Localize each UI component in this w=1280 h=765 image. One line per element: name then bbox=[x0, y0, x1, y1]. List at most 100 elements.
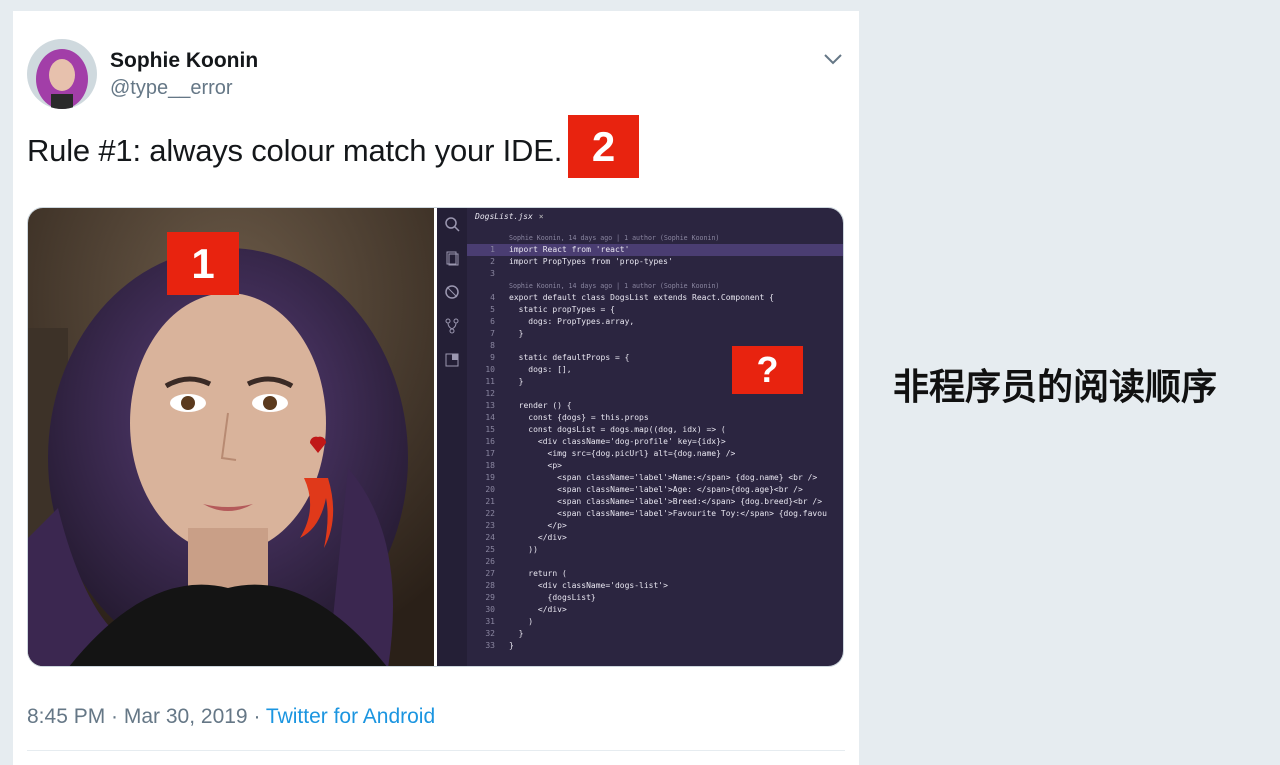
order-badge-2: 2 bbox=[568, 115, 639, 178]
line-number: 15 bbox=[485, 425, 495, 434]
code-line: 24 </div> bbox=[467, 532, 843, 544]
code-line: 32 } bbox=[467, 628, 843, 640]
debug-icon bbox=[444, 284, 460, 300]
line-number: 11 bbox=[485, 377, 495, 386]
author-handle[interactable]: @type__error bbox=[110, 77, 233, 100]
close-icon[interactable]: × bbox=[539, 212, 544, 221]
code-text: </div> bbox=[509, 533, 567, 542]
code-line: 14 const {dogs} = this.props bbox=[467, 412, 843, 424]
code-line: 13 render () { bbox=[467, 400, 843, 412]
selfie-photo[interactable]: 1 bbox=[28, 208, 434, 666]
files-icon bbox=[444, 250, 460, 266]
code-text: <p> bbox=[509, 461, 562, 470]
line-number: 27 bbox=[485, 569, 495, 578]
code-line: 18 <p> bbox=[467, 460, 843, 472]
ide-screenshot[interactable]: DogsList.jsx × Sophie Koonin, 14 days ago… bbox=[437, 208, 843, 666]
code-line: 3 bbox=[467, 268, 843, 280]
line-number: 5 bbox=[490, 305, 495, 314]
avatar[interactable] bbox=[27, 39, 97, 109]
line-number: 33 bbox=[485, 641, 495, 650]
code-text: {dogsList} bbox=[509, 593, 596, 602]
line-number: 17 bbox=[485, 449, 495, 458]
chevron-down-icon[interactable] bbox=[819, 47, 847, 71]
code-line: 30 </div> bbox=[467, 604, 843, 616]
line-number: 24 bbox=[485, 533, 495, 542]
line-number: 2 bbox=[490, 257, 495, 266]
code-line: 1 import React from 'react' bbox=[467, 244, 843, 256]
code-text: <span className='label'>Name:</span> {do… bbox=[509, 473, 818, 482]
code-line: 21 <span className='label'>Breed:</span>… bbox=[467, 496, 843, 508]
tweet-timestamp[interactable]: 8:45 PM · Mar 30, 2019 · bbox=[27, 705, 266, 728]
code-text: <img src={dog.picUrl} alt={dog.name} /> bbox=[509, 449, 736, 458]
tweet-media[interactable]: 1 DogsList.jsx × Sophie Koonin, 14 days … bbox=[27, 207, 844, 667]
code-text: <span className='label'>Breed:</span> {d… bbox=[509, 497, 823, 506]
ide-file-tab[interactable]: DogsList.jsx × bbox=[475, 212, 544, 228]
line-number: 9 bbox=[490, 353, 495, 362]
code-text: dogs: PropTypes.array, bbox=[509, 317, 635, 326]
code-line: 28 <div className='dogs-list'> bbox=[467, 580, 843, 592]
line-number: 10 bbox=[485, 365, 495, 374]
code-text: <span className='label'>Favourite Toy:</… bbox=[509, 509, 827, 518]
line-number: 18 bbox=[485, 461, 495, 470]
code-line: 33} bbox=[467, 640, 843, 652]
line-number: 29 bbox=[485, 593, 495, 602]
tweet-meta: 8:45 PM · Mar 30, 2019 · Twitter for And… bbox=[27, 705, 435, 729]
code-lens-annotation: Sophie Koonin, 14 days ago | 1 author (S… bbox=[509, 234, 720, 242]
line-number: 13 bbox=[485, 401, 495, 410]
code-text: import PropTypes from 'prop-types' bbox=[509, 257, 673, 266]
code-lens-annotation: Sophie Koonin, 14 days ago | 1 author (S… bbox=[509, 282, 720, 290]
line-number: 31 bbox=[485, 617, 495, 626]
tweet-source-link[interactable]: Twitter for Android bbox=[266, 705, 435, 728]
code-line: 26 bbox=[467, 556, 843, 568]
code-text: import React from 'react' bbox=[509, 245, 630, 254]
line-number: 7 bbox=[490, 329, 495, 338]
code-line: 20 <span className='label'>Age: </span>{… bbox=[467, 484, 843, 496]
line-number: 4 bbox=[490, 293, 495, 302]
tweet-card: Sophie Koonin @type__error Rule #1: alwa… bbox=[13, 11, 859, 765]
order-badge-1: 1 bbox=[167, 232, 239, 295]
ide-activity-bar bbox=[437, 208, 467, 666]
code-line: 15 const dogsList = dogs.map((dog, idx) … bbox=[467, 424, 843, 436]
order-badge-question: ? bbox=[732, 346, 803, 394]
line-number: 12 bbox=[485, 389, 495, 398]
author-name[interactable]: Sophie Koonin bbox=[110, 49, 258, 73]
code-line: 22 <span className='label'>Favourite Toy… bbox=[467, 508, 843, 520]
search-icon bbox=[444, 216, 460, 232]
code-line: 5 static propTypes = { bbox=[467, 304, 843, 316]
code-text: <span className='label'>Age: </span>{dog… bbox=[509, 485, 803, 494]
side-note: 非程序员的阅读顺序 bbox=[893, 367, 1218, 408]
code-text: export default class DogsList extends Re… bbox=[509, 293, 774, 302]
ide-tab-label: DogsList.jsx bbox=[475, 212, 533, 221]
line-number: 28 bbox=[485, 581, 495, 590]
code-line: 27 return ( bbox=[467, 568, 843, 580]
code-line: 25 )) bbox=[467, 544, 843, 556]
code-text: <div className='dog-profile' key={idx}> bbox=[509, 437, 726, 446]
code-text: render () { bbox=[509, 401, 572, 410]
code-line: 31 ) bbox=[467, 616, 843, 628]
line-number: 23 bbox=[485, 521, 495, 530]
code-text: } bbox=[509, 329, 524, 338]
code-text: } bbox=[509, 641, 514, 650]
divider bbox=[27, 750, 845, 751]
line-number: 8 bbox=[490, 341, 495, 350]
line-number: 14 bbox=[485, 413, 495, 422]
code-editor[interactable]: Sophie Koonin, 14 days ago | 1 author (S… bbox=[467, 232, 843, 666]
code-line: 7 } bbox=[467, 328, 843, 340]
git-branch-icon bbox=[444, 318, 460, 334]
code-text: static propTypes = { bbox=[509, 305, 615, 314]
code-line: 29 {dogsList} bbox=[467, 592, 843, 604]
line-number: 32 bbox=[485, 629, 495, 638]
code-text: return ( bbox=[509, 569, 567, 578]
code-text: </div> bbox=[509, 605, 567, 614]
code-line: 2 import PropTypes from 'prop-types' bbox=[467, 256, 843, 268]
code-line: 19 <span className='label'>Name:</span> … bbox=[467, 472, 843, 484]
code-line: 23 </p> bbox=[467, 520, 843, 532]
line-number: 20 bbox=[485, 485, 495, 494]
code-line: 17 <img src={dog.picUrl} alt={dog.name} … bbox=[467, 448, 843, 460]
line-number: 16 bbox=[485, 437, 495, 446]
line-number: 30 bbox=[485, 605, 495, 614]
line-number: 19 bbox=[485, 473, 495, 482]
line-number: 21 bbox=[485, 497, 495, 506]
